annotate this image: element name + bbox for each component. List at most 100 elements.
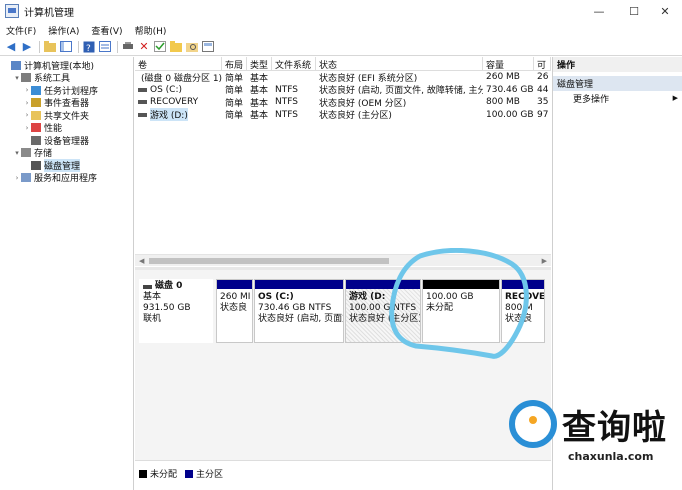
table-row[interactable]: (磁盘 0 磁盘分区 1) 简单 基本 状态良好 (EFI 系统分区) 260 MB 26 [135, 71, 551, 84]
disk-name: 磁盘 0 [155, 281, 183, 291]
expander-icon[interactable]: ▾ [13, 74, 21, 82]
scroll-right-icon[interactable]: ▶ [542, 257, 547, 265]
storage-icon [21, 148, 31, 158]
expander-icon[interactable]: › [23, 124, 31, 132]
partition-block[interactable]: 260 MI 状态良 [216, 279, 253, 343]
toolbar-separator [78, 40, 79, 53]
console-tree-icon[interactable] [59, 40, 73, 54]
expander-icon[interactable]: › [23, 99, 31, 107]
computer-management-icon [5, 4, 19, 18]
watermark: 查询啦 chaxunla.com [506, 392, 682, 470]
event-icon [31, 98, 41, 108]
cell-capacity: 260 MB [486, 72, 520, 83]
menu-view[interactable]: 查看(V) [91, 24, 122, 37]
help-icon[interactable]: ? [82, 40, 96, 54]
cell-status: 状态良好 (启动, 页面文件, 故障转储, 主分区) [319, 86, 483, 97]
tree-item-label: 任务计划程序 [44, 86, 99, 97]
tree-item[interactable]: ▾ 存储 [0, 147, 133, 159]
tree-item[interactable]: › 任务计划程序 [0, 84, 133, 97]
cell-layout: 简单 [225, 86, 244, 97]
expander-icon[interactable]: › [13, 174, 21, 182]
column-header-type[interactable]: 类型 [247, 57, 272, 71]
folder-icon[interactable] [169, 40, 183, 54]
expander-icon[interactable]: › [23, 111, 31, 119]
column-header-layout[interactable]: 布局 [222, 57, 247, 71]
expander-icon[interactable]: ▾ [13, 149, 21, 157]
up-folder-icon[interactable] [43, 40, 57, 54]
tree-item[interactable]: 磁盘管理 [0, 158, 133, 172]
scroll-left-icon[interactable]: ◀ [139, 257, 144, 265]
menu-action[interactable]: 操作(A) [48, 24, 79, 37]
close-button[interactable]: ✕ [648, 0, 682, 22]
menu-bar: 文件(F) 操作(A) 查看(V) 帮助(H) [0, 22, 682, 38]
maximize-button[interactable]: ☐ [617, 0, 651, 22]
disk-icon [31, 160, 41, 170]
tree-item-label: 事件查看器 [44, 99, 90, 110]
volume-icon [138, 87, 147, 92]
table-row[interactable]: OS (C:) 简单 基本 NTFS 状态良好 (启动, 页面文件, 故障转储, 主分区… [135, 84, 551, 97]
partition-status: 状态良好 (启动, 页面文 [258, 314, 344, 324]
legend-swatch-unallocated [139, 469, 147, 478]
tree-item[interactable]: ▾ 系统工具 [0, 72, 133, 84]
scroll-thumb[interactable] [149, 258, 389, 264]
tree-item[interactable]: › 事件查看器 [0, 97, 133, 110]
partition-block[interactable]: OS (C:) 730.46 GB NTFS 状态良好 (启动, 页面文 [254, 279, 344, 343]
table-row[interactable]: RECOVERY 简单 基本 NTFS 状态良好 (OEM 分区) 800 MB 35 [135, 96, 551, 109]
column-header-capacity[interactable]: 容量 [483, 57, 534, 71]
tree-item-label: 服务和应用程序 [34, 174, 98, 185]
tree-item[interactable]: 计算机管理(本地) [0, 59, 133, 72]
window-title: 计算机管理 [24, 7, 74, 19]
tree-item[interactable]: › 共享文件夹 [0, 109, 133, 122]
disk-size: 931.50 GB [143, 303, 191, 313]
cell-free: 44 [537, 84, 549, 95]
cell-free: 35 [537, 97, 549, 108]
column-header-status[interactable]: 状态 [316, 57, 483, 71]
tree-item[interactable]: 设备管理器 [0, 134, 133, 147]
cell-volume: OS (C:) [135, 85, 222, 95]
toolbar: ◀ ▶ ? ✕ [0, 38, 682, 56]
column-header-free[interactable]: 可 [534, 57, 551, 71]
cell-layout: 简单 [225, 111, 244, 122]
disk-info-card[interactable]: 磁盘 0 基本 931.50 GB 联机 [139, 279, 213, 343]
tree-item-label: 磁盘管理 [44, 158, 81, 172]
cell-layout: 简单 [225, 98, 244, 109]
tree-item[interactable]: › 服务和应用程序 [0, 172, 133, 185]
volume-name: OS (C:) [150, 84, 182, 95]
menu-file[interactable]: 文件(F) [6, 24, 36, 37]
toolbar-separator [117, 40, 118, 53]
forward-arrow-icon[interactable]: ▶ [20, 40, 34, 54]
view-icon[interactable] [201, 40, 215, 54]
partition-title: OS (C:) [258, 292, 294, 302]
connect-icon[interactable] [121, 40, 135, 54]
minimize-button[interactable]: — [582, 0, 616, 22]
tree-item-label: 计算机管理(本地) [24, 61, 95, 72]
menu-help[interactable]: 帮助(H) [135, 24, 167, 37]
expander-icon[interactable]: › [23, 86, 31, 94]
cell-filesystem: NTFS [275, 84, 298, 95]
table-row[interactable]: 游戏 (D:) 简单 基本 NTFS 状态良好 (主分区) 100.00 GB 97 [135, 108, 551, 122]
navigation-tree: 计算机管理(本地) ▾ 系统工具 › 任务计划程序 › 事件查看器 › 共享文件夹 › 性能 设备管理… [0, 57, 134, 490]
search-folder-icon[interactable] [185, 40, 199, 54]
check-icon[interactable] [153, 40, 167, 54]
watermark-url: chaxunla.com [568, 450, 654, 463]
back-arrow-icon[interactable]: ◀ [4, 40, 18, 54]
partition-text: OS (C:) 730.46 GB NTFS 状态良好 (启动, 页面文 [255, 289, 343, 325]
tree-item[interactable]: › 性能 [0, 122, 133, 135]
actions-section-disk-management[interactable]: 磁盘管理 [553, 76, 682, 91]
partition-size: 730.46 GB NTFS [258, 303, 332, 313]
delete-icon[interactable]: ✕ [137, 40, 151, 54]
volume-name: RECOVERY [150, 97, 199, 108]
tree-item-label: 性能 [44, 124, 63, 135]
more-actions-item[interactable]: 更多操作 ▶ [553, 91, 682, 105]
computer-icon [11, 60, 21, 70]
disk-type: 基本 [143, 292, 162, 302]
column-header-volume[interactable]: 卷 [135, 57, 222, 71]
partition-color-bar [255, 280, 343, 289]
column-header-filesystem[interactable]: 文件系统 [272, 57, 316, 71]
tree-item-label: 共享文件夹 [44, 111, 90, 122]
cell-type: 基本 [250, 86, 269, 97]
title-bar: 计算机管理 — ☐ ✕ [0, 0, 682, 22]
disk-state: 联机 [143, 314, 162, 324]
cell-free: 97 [537, 109, 549, 120]
properties-icon[interactable] [98, 40, 112, 54]
